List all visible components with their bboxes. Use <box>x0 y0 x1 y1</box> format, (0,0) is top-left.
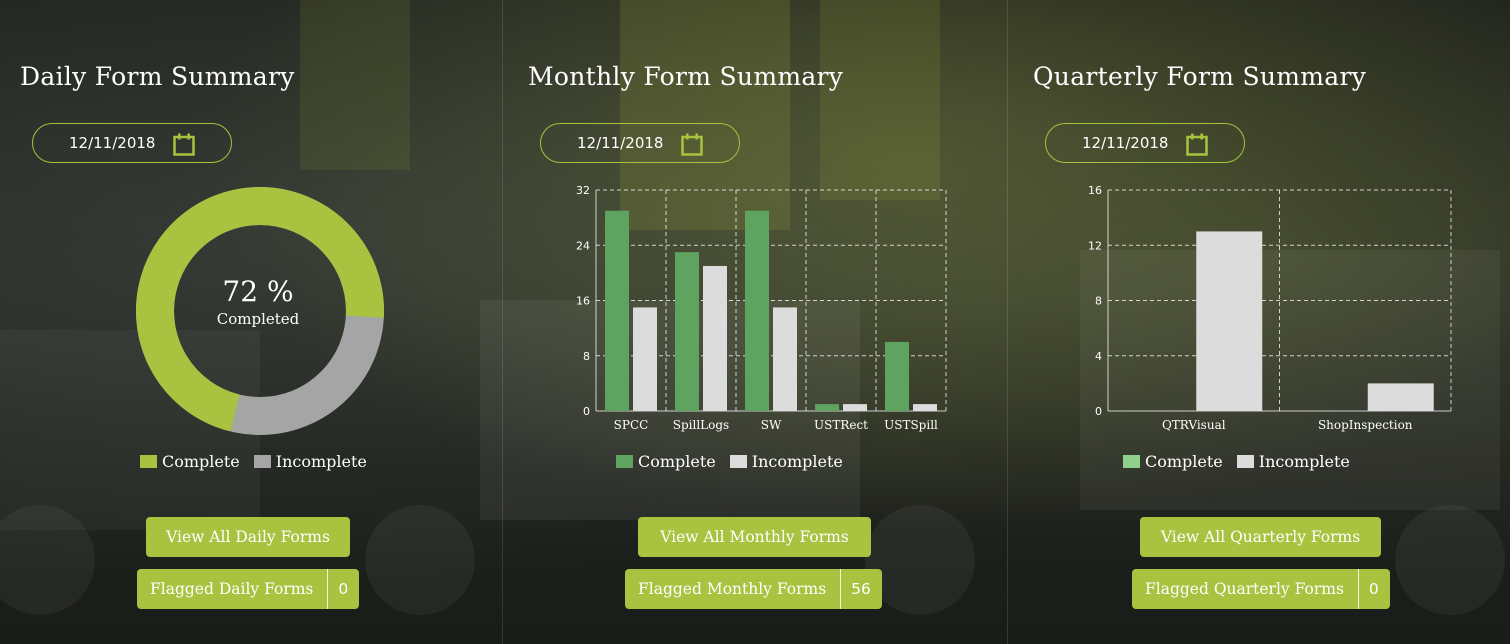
x-tick-label: QTRVisual <box>1162 418 1226 432</box>
x-tick-label: USTSpill <box>884 418 938 432</box>
monthly-panel: Monthly Form Summary 12/11/2018 0 8 16 24 32… <box>502 0 1008 644</box>
bar-complete-ustspill[interactable] <box>885 341 909 411</box>
legend-label-complete: Complete <box>1145 452 1223 471</box>
quarterly-panel: Quarterly Form Summary 12/11/2018 0 4 8 12 1… <box>1007 0 1510 644</box>
flagged-monthly-count: 56 <box>840 569 882 609</box>
daily-date-picker[interactable]: 12/11/2018 <box>32 123 232 163</box>
monthly-title: Monthly Form Summary <box>528 62 844 91</box>
legend-item-incomplete[interactable]: Incomplete <box>253 452 367 471</box>
monthly-date-picker[interactable]: 12/11/2018 <box>540 123 740 163</box>
quarterly-date-value: 12/11/2018 <box>1082 134 1169 152</box>
legend-swatch-complete <box>140 455 157 468</box>
legend-label-incomplete: Incomplete <box>1258 452 1350 471</box>
quarterly-legend: Complete Incomplete <box>1123 452 1350 471</box>
y-tick-label: 16 <box>1088 184 1102 197</box>
monthly-legend: Complete Incomplete <box>616 452 843 471</box>
flagged-quarterly-count: 0 <box>1357 569 1390 609</box>
y-tick-label: 12 <box>1088 239 1102 252</box>
bar-complete-ustrect[interactable] <box>815 404 839 411</box>
daily-donut-chart: 72 % Completed <box>136 187 384 435</box>
y-tick-label: 4 <box>1095 350 1102 363</box>
bar-incomplete-shopinspection[interactable] <box>1367 383 1434 411</box>
bar-complete-spcc[interactable] <box>605 210 629 411</box>
bar-incomplete-ustrect[interactable] <box>843 404 867 411</box>
flagged-daily-forms-button[interactable]: Flagged Daily Forms 0 <box>137 569 360 609</box>
y-tick-label: 8 <box>583 350 590 363</box>
bar-incomplete-qtrvisual[interactable] <box>1196 231 1263 411</box>
legend-swatch-incomplete <box>253 455 271 468</box>
quarterly-title: Quarterly Form Summary <box>1033 62 1367 91</box>
x-tick-label: SPCC <box>614 418 649 432</box>
bar-incomplete-sw[interactable] <box>773 307 797 411</box>
bar-incomplete-ustspill[interactable] <box>913 404 937 411</box>
x-tick-label: ShopInspection <box>1318 418 1413 432</box>
calendar-icon[interactable] <box>173 133 195 160</box>
monthly-bar-chart: 0 8 16 24 32 SPCC SpillLogs SW USTRect USTSpill <box>576 184 947 432</box>
legend-item-complete[interactable]: Complete <box>616 452 716 471</box>
legend-item-complete[interactable]: Complete <box>140 452 240 471</box>
view-all-monthly-forms-button[interactable]: View All Monthly Forms <box>638 517 871 557</box>
legend-item-incomplete[interactable]: Incomplete <box>729 452 843 471</box>
daily-title: Daily Form Summary <box>20 62 295 91</box>
y-tick-label: 24 <box>576 239 590 252</box>
view-all-daily-forms-button[interactable]: View All Daily Forms <box>146 517 350 557</box>
x-tick-label: SW <box>761 418 782 432</box>
legend-item-complete[interactable]: Complete <box>1123 452 1223 471</box>
daily-legend: Complete Incomplete <box>140 452 367 471</box>
legend-label-incomplete: Incomplete <box>275 452 367 471</box>
y-tick-label: 32 <box>576 184 590 197</box>
calendar-icon[interactable] <box>681 133 703 160</box>
y-tick-label: 0 <box>1095 405 1102 418</box>
quarterly-date-picker[interactable]: 12/11/2018 <box>1045 123 1245 163</box>
view-all-quarterly-forms-button[interactable]: View All Quarterly Forms <box>1140 517 1381 557</box>
y-tick-label: 8 <box>1095 295 1102 308</box>
legend-swatch-incomplete <box>1236 455 1254 468</box>
monthly-date-value: 12/11/2018 <box>577 134 664 152</box>
donut-completed-label: Completed <box>217 310 300 328</box>
flagged-daily-label: Flagged Daily Forms <box>150 580 314 598</box>
y-tick-label: 16 <box>576 295 590 308</box>
flagged-quarterly-forms-button[interactable]: Flagged Quarterly Forms 0 <box>1132 569 1390 609</box>
flagged-monthly-forms-button[interactable]: Flagged Monthly Forms 56 <box>625 569 882 609</box>
bar-complete-spilllogs[interactable] <box>675 252 699 411</box>
y-tick-label: 0 <box>583 405 590 418</box>
flagged-quarterly-label: Flagged Quarterly Forms <box>1145 580 1344 598</box>
x-tick-label: USTRect <box>814 418 868 432</box>
flagged-monthly-label: Flagged Monthly Forms <box>638 580 827 598</box>
calendar-icon[interactable] <box>1186 133 1208 160</box>
daily-date-value: 12/11/2018 <box>69 134 156 152</box>
bar-incomplete-spilllogs[interactable] <box>703 265 727 411</box>
legend-swatch-complete <box>616 455 633 468</box>
legend-label-complete: Complete <box>638 452 716 471</box>
legend-label-incomplete: Incomplete <box>751 452 843 471</box>
bar-complete-sw[interactable] <box>745 210 769 411</box>
bar-incomplete-spcc[interactable] <box>633 307 657 411</box>
daily-panel: Daily Form Summary 12/11/2018 72 % Compl… <box>0 0 503 644</box>
legend-label-complete: Complete <box>162 452 240 471</box>
quarterly-bar-chart: 0 4 8 12 16 QTRVisual ShopInspection <box>1088 184 1452 432</box>
donut-percent: 72 % <box>222 275 293 308</box>
legend-item-incomplete[interactable]: Incomplete <box>1236 452 1350 471</box>
flagged-daily-count: 0 <box>327 569 359 609</box>
legend-swatch-complete <box>1123 455 1140 468</box>
x-tick-label: SpillLogs <box>673 418 729 432</box>
legend-swatch-incomplete <box>729 455 747 468</box>
